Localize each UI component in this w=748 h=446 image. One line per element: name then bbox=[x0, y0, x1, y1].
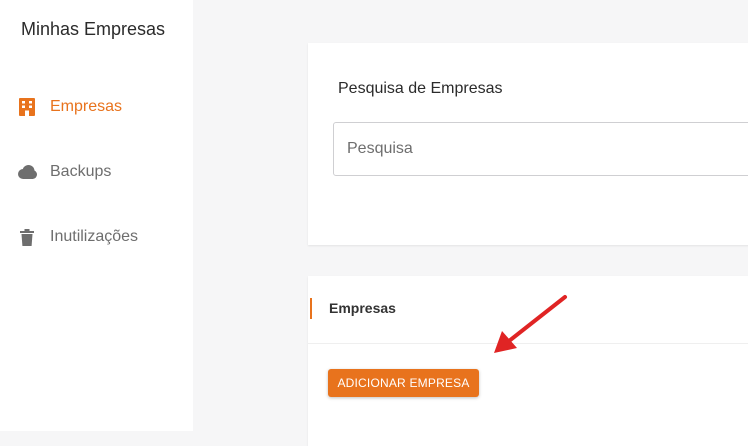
sidebar-item-empresas[interactable]: Empresas bbox=[17, 95, 122, 119]
trash-icon bbox=[17, 227, 37, 247]
header-accent-bar bbox=[310, 298, 312, 319]
add-company-button[interactable]: ADICIONAR EMPRESA bbox=[328, 369, 479, 397]
sidebar-item-label: Inutilizações bbox=[50, 228, 139, 245]
search-card-title: Pesquisa de Empresas bbox=[338, 80, 503, 97]
card-title: Empresas bbox=[329, 300, 396, 316]
annotation-arrow bbox=[494, 295, 567, 353]
sidebar-item-backups[interactable]: Backups bbox=[17, 160, 111, 184]
search-input[interactable] bbox=[333, 122, 748, 176]
building-icon bbox=[17, 97, 37, 117]
search-card: Pesquisa de Empresas bbox=[308, 43, 748, 245]
sidebar: Minhas Empresas Empresas Backups Inutili… bbox=[0, 0, 193, 431]
sidebar-item-label: Empresas bbox=[50, 98, 123, 115]
main-content: Pesquisa de Empresas Empresas ADICIONAR … bbox=[193, 0, 748, 446]
sidebar-item-inutilizacoes[interactable]: Inutilizações bbox=[17, 225, 138, 249]
sidebar-item-label: Backups bbox=[50, 163, 112, 180]
app-title: Minhas Empresas bbox=[21, 19, 166, 39]
cloud-icon bbox=[17, 162, 37, 182]
